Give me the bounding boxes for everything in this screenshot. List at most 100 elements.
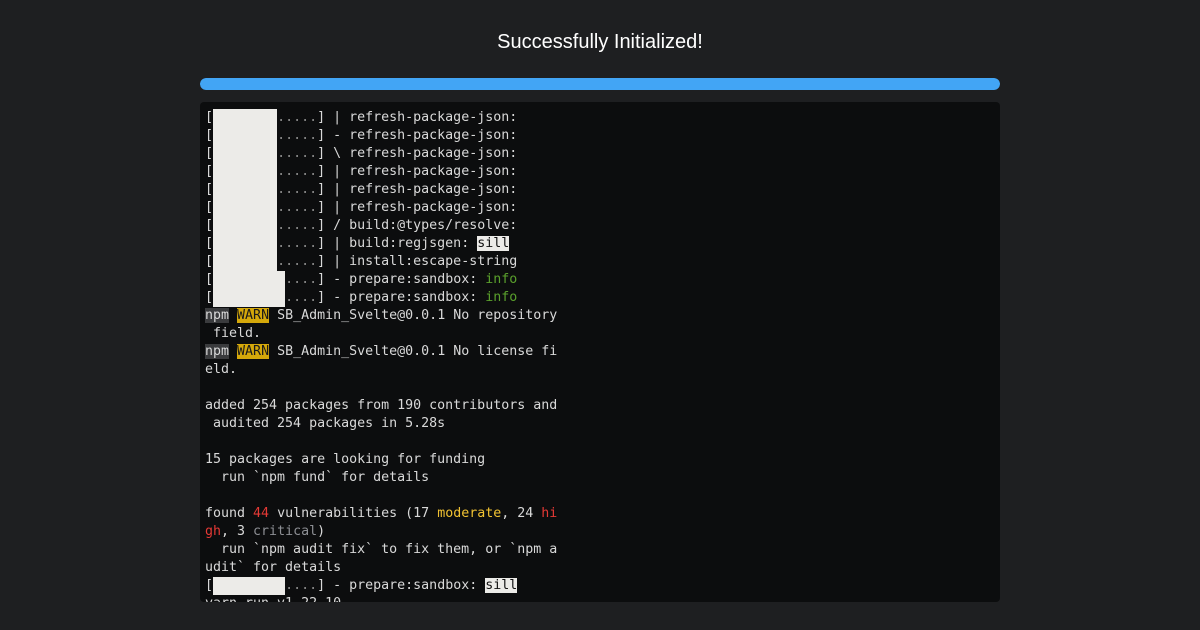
npm-tag: npm — [205, 308, 230, 323]
high-label: hi — [541, 506, 558, 521]
progress-bracket: [ — [205, 290, 214, 305]
progress-dots: ..... — [277, 110, 318, 125]
warn-message: SB_Admin_Svelte@0.0.1 No repository — [269, 308, 558, 323]
npm-progress-fill — [213, 253, 277, 271]
progress-dots: .... — [285, 578, 318, 593]
npm-progress-fill — [213, 217, 277, 235]
terminal-line: [ .....] | refresh-package-json: — [200, 163, 1000, 181]
progress-bracket: [ — [205, 110, 214, 125]
moderate-label: moderate — [437, 506, 502, 521]
terminal-line: [ .....] / build:@types/resolve: — [200, 217, 1000, 235]
terminal-line: eld. — [200, 361, 1000, 379]
progress-label: ] | refresh-package-json: — [317, 110, 518, 125]
npm-progress-fill — [213, 109, 277, 127]
terminal-line: added 254 packages from 190 contributors… — [200, 397, 1000, 415]
npm-progress-fill — [213, 271, 285, 289]
terminal-line: [ .....] | refresh-package-json: — [200, 109, 1000, 127]
npm-progress-fill — [213, 145, 277, 163]
progress-dots: ..... — [277, 200, 318, 215]
progress-bar — [200, 78, 1000, 90]
progress-label: ] | refresh-package-json: — [317, 182, 518, 197]
terminal-line: gh, 3 critical) — [200, 523, 1000, 541]
progress-bracket: [ — [205, 146, 214, 161]
terminal-line: udit` for details — [200, 559, 1000, 577]
progress-bracket: [ — [205, 200, 214, 215]
npm-progress-fill — [213, 127, 277, 145]
terminal-line: [ .....] - refresh-package-json: — [200, 127, 1000, 145]
vulnerability-count: 44 — [253, 506, 270, 521]
progress-label: ] - prepare:sandbox: — [317, 290, 478, 305]
log-level-tag: info — [485, 290, 518, 305]
terminal-line: yarn run v1.22.10 — [200, 595, 1000, 602]
progress-bracket: [ — [205, 254, 214, 269]
terminal-line: found 44 vulnerabilities (17 moderate, 2… — [200, 505, 1000, 523]
log-level-tag: info — [485, 272, 518, 287]
progress-bracket: [ — [205, 578, 214, 593]
log-level-tag: sill — [485, 578, 518, 593]
term-text: 15 packages are looking for funding — [205, 452, 486, 467]
progress-fill — [200, 78, 1000, 90]
term-text: field. — [205, 326, 262, 341]
terminal-line: field. — [200, 325, 1000, 343]
terminal-line: [ .....] | refresh-package-json: — [200, 181, 1000, 199]
progress-bracket: [ — [205, 272, 214, 287]
term-text: yarn run v1.22.10 — [205, 596, 341, 602]
progress-dots: ..... — [277, 164, 318, 179]
terminal-line: [ ....] - prepare:sandbox: sill — [200, 577, 1000, 595]
term-space — [229, 308, 237, 323]
progress-dots: ..... — [277, 254, 318, 269]
progress-bracket: [ — [205, 128, 214, 143]
progress-label: ] | refresh-package-json: — [317, 200, 518, 215]
term-text: , 3 — [221, 524, 254, 539]
npm-progress-fill — [213, 577, 285, 595]
term-text: eld. — [205, 362, 238, 377]
terminal-line: [ .....] \ refresh-package-json: — [200, 145, 1000, 163]
npm-progress-fill — [213, 163, 277, 181]
progress-dots: ..... — [277, 146, 318, 161]
term-text: run `npm fund` for details — [205, 470, 430, 485]
npm-progress-fill — [213, 235, 277, 253]
terminal-line: run `npm fund` for details — [200, 469, 1000, 487]
progress-dots: ..... — [277, 236, 318, 251]
progress-dots: ..... — [277, 128, 318, 143]
progress-label: ] | build:regjsgen: — [317, 236, 470, 251]
term-text: added 254 packages from 190 contributors… — [205, 398, 558, 413]
term-text: found — [205, 506, 254, 521]
term-text: audited 254 packages in 5.28s — [205, 416, 446, 431]
page-title: Successfully Initialized! — [497, 31, 703, 53]
progress-bracket: [ — [205, 236, 214, 251]
progress-label: ] \ refresh-package-json: — [317, 146, 518, 161]
progress-label: ] - prepare:sandbox: — [317, 578, 478, 593]
progress-dots: ..... — [277, 182, 318, 197]
terminal-line: 15 packages are looking for funding — [200, 451, 1000, 469]
terminal-line: audited 254 packages in 5.28s — [200, 415, 1000, 433]
term-text: vulnerabilities (17 — [269, 506, 438, 521]
progress-dots: ..... — [277, 218, 318, 233]
npm-tag: npm — [205, 344, 230, 359]
term-text: , 24 — [501, 506, 542, 521]
progress-label: ] | refresh-package-json: — [317, 164, 518, 179]
terminal-line: [ .....] | install:escape-string — [200, 253, 1000, 271]
terminal-output[interactable]: [ .....] | refresh-package-json:[ .....]… — [200, 102, 1000, 602]
progress-dots: .... — [285, 272, 318, 287]
terminal-line: [ .....] | build:regjsgen: sill — [200, 235, 1000, 253]
term-space — [229, 344, 237, 359]
npm-progress-fill — [213, 181, 277, 199]
warn-tag: WARN — [237, 344, 270, 359]
npm-progress-fill — [213, 289, 285, 307]
terminal-line: [ ....] - prepare:sandbox: info — [200, 271, 1000, 289]
terminal-line: [ .....] | refresh-package-json: — [200, 199, 1000, 217]
progress-bracket: [ — [205, 182, 214, 197]
progress-label: ] - prepare:sandbox: — [317, 272, 478, 287]
warn-tag: WARN — [237, 308, 270, 323]
progress-label: ] | install:escape-string — [317, 254, 518, 269]
terminal-line: run `npm audit fix` to fix them, or `npm… — [200, 541, 1000, 559]
npm-progress-fill — [213, 199, 277, 217]
log-level-tag: sill — [477, 236, 510, 251]
progress-label: ] / build:@types/resolve: — [317, 218, 518, 233]
progress-label: ] - refresh-package-json: — [317, 128, 518, 143]
terminal-line: npm WARN SB_Admin_Svelte@0.0.1 No reposi… — [200, 307, 1000, 325]
